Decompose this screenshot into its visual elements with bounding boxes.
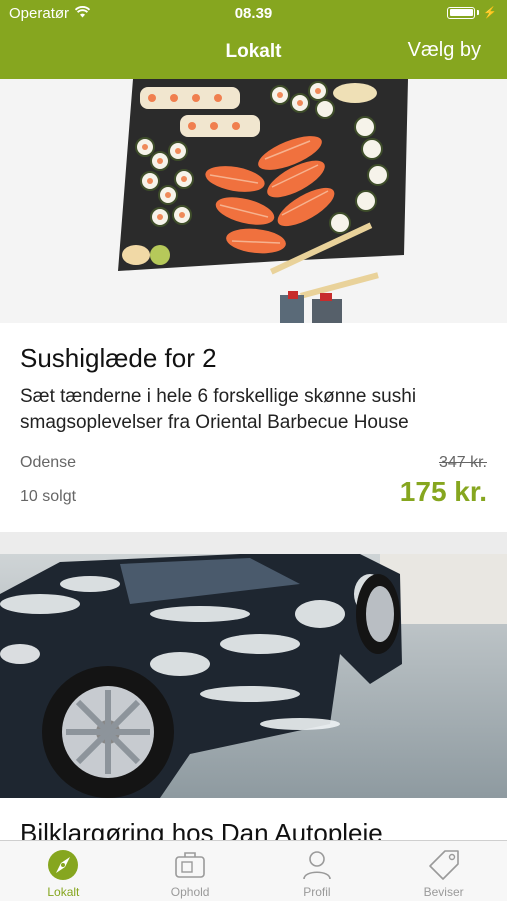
tab-ophold[interactable]: Ophold xyxy=(127,841,254,901)
deal-list[interactable]: Sushiglæde for 2 Sæt tænderne i hele 6 f… xyxy=(0,79,507,840)
deal-image xyxy=(0,79,507,323)
deal-meta: Odense 10 solgt 347 kr. 175 kr. xyxy=(20,450,487,520)
deal-title: Sushiglæde for 2 xyxy=(20,343,217,373)
tab-label: Profil xyxy=(303,885,331,899)
suitcase-icon xyxy=(175,852,205,878)
deal-sold-count: 10 solgt xyxy=(20,488,77,505)
status-time: 08.39 xyxy=(234,5,273,22)
deal-city: Odense xyxy=(20,454,77,471)
deal-card-body: Sushiglæde for 2 Sæt tænderne i hele 6 f… xyxy=(0,323,507,532)
tab-beviser[interactable]: Beviser xyxy=(380,841,507,901)
deal-price: 175 kr. xyxy=(399,476,487,507)
tag-icon xyxy=(428,850,459,880)
deal-card[interactable]: Bilklargøring hos Dan Autopleje xyxy=(0,554,507,840)
tab-profil[interactable]: Profil xyxy=(254,841,381,901)
battery-icon: ⚡ xyxy=(447,6,497,19)
choose-city-button[interactable]: Vælg by xyxy=(408,39,481,62)
tab-label: Beviser xyxy=(423,885,464,899)
deal-description: Sæt tænderne i hele 6 forskellige skønne… xyxy=(20,386,417,433)
tab-lokalt[interactable]: Lokalt xyxy=(0,841,127,901)
navigation-bar: Operatør 08.39 ⚡ Lokalt Vælg by xyxy=(0,0,507,79)
deal-image xyxy=(0,554,507,798)
person-icon xyxy=(303,851,331,880)
deal-title: Bilklargøring hos Dan Autopleje xyxy=(20,818,383,840)
tab-label: Lokalt xyxy=(47,885,80,899)
tab-label: Ophold xyxy=(170,885,210,899)
deal-card[interactable]: Sushiglæde for 2 Sæt tænderne i hele 6 f… xyxy=(0,79,507,532)
deal-old-price: 347 kr. xyxy=(438,454,487,471)
card-separator xyxy=(0,532,507,554)
status-bar: Operatør 08.39 ⚡ xyxy=(0,0,507,26)
tab-bar: Lokalt Ophold Profil Beviser xyxy=(0,840,507,901)
compass-icon xyxy=(48,850,79,880)
